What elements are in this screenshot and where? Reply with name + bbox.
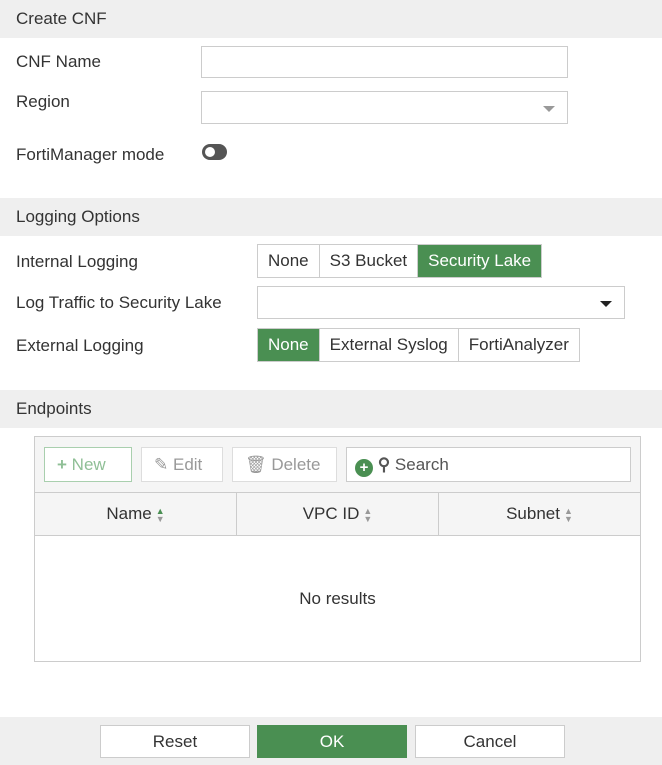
create-cnf-header: Create CNF: [0, 0, 662, 38]
column-name-label: Name: [106, 504, 152, 523]
log-traffic-select[interactable]: [257, 286, 625, 319]
plus-icon: +: [57, 455, 67, 474]
edit-label: Edit: [172, 455, 203, 474]
external-logging-syslog[interactable]: External Syslog: [320, 329, 459, 361]
cnf-name-label: CNF Name: [16, 52, 102, 71]
internal-logging-s3[interactable]: S3 Bucket: [320, 245, 419, 277]
new-button[interactable]: + New: [44, 447, 132, 482]
search-icon: ⚲: [377, 455, 391, 474]
trash-icon: 🗑: [245, 455, 267, 474]
search-placeholder: Search: [394, 455, 449, 474]
fortimanager-mode-label: FortiManager mode: [16, 145, 165, 164]
cnf-name-input[interactable]: [201, 46, 568, 78]
external-logging-label: External Logging: [16, 336, 144, 355]
new-label: New: [71, 455, 106, 474]
region-label: Region: [16, 92, 70, 111]
internal-logging-label: Internal Logging: [16, 252, 138, 271]
sort-icon: ▲ ▼: [363, 505, 373, 524]
region-select[interactable]: [201, 91, 568, 124]
pencil-icon: ✎: [154, 455, 169, 474]
add-filter-icon[interactable]: +: [355, 459, 373, 477]
sort-icon: ▲ ▼: [563, 505, 573, 524]
delete-button[interactable]: 🗑 Delete: [232, 447, 337, 482]
footer: Reset OK Cancel: [0, 717, 662, 765]
reset-button[interactable]: Reset: [100, 725, 250, 758]
chevron-down-icon: [600, 301, 612, 307]
external-logging-selector: None External Syslog FortiAnalyzer: [257, 328, 580, 362]
column-vpc-id-label: VPC ID: [302, 504, 360, 523]
chevron-down-icon: [543, 106, 555, 112]
edit-button[interactable]: ✎ Edit: [141, 447, 223, 482]
column-subnet-label: Subnet: [506, 504, 560, 523]
internal-logging-none[interactable]: None: [258, 245, 320, 277]
fortimanager-mode-toggle[interactable]: [202, 144, 227, 160]
sort-icon: ▲ ▼: [155, 505, 165, 524]
empty-message: No results: [35, 536, 640, 661]
internal-logging-security-lake[interactable]: Security Lake: [418, 245, 542, 277]
log-traffic-label: Log Traffic to Security Lake: [16, 293, 222, 312]
column-subnet[interactable]: Subnet ▲ ▼: [439, 493, 640, 535]
search-input[interactable]: + ⚲ Search: [346, 447, 631, 482]
cancel-button[interactable]: Cancel: [415, 725, 565, 758]
column-vpc-id[interactable]: VPC ID ▲ ▼: [237, 493, 439, 535]
delete-label: Delete: [271, 455, 321, 474]
column-name[interactable]: Name ▲ ▼: [35, 493, 237, 535]
endpoints-header: Endpoints: [0, 390, 662, 428]
table-header: Name ▲ ▼ VPC ID ▲ ▼ Subnet ▲ ▼: [35, 492, 640, 536]
ok-button[interactable]: OK: [257, 725, 407, 758]
internal-logging-selector: None S3 Bucket Security Lake: [257, 244, 543, 278]
endpoints-table: + New ✎ Edit 🗑 Delete + ⚲ Search Name ▲ ▼ …: [34, 436, 641, 662]
logging-options-header: Logging Options: [0, 198, 662, 236]
external-logging-fortianalyzer[interactable]: FortiAnalyzer: [459, 329, 579, 361]
external-logging-none[interactable]: None: [258, 329, 320, 361]
